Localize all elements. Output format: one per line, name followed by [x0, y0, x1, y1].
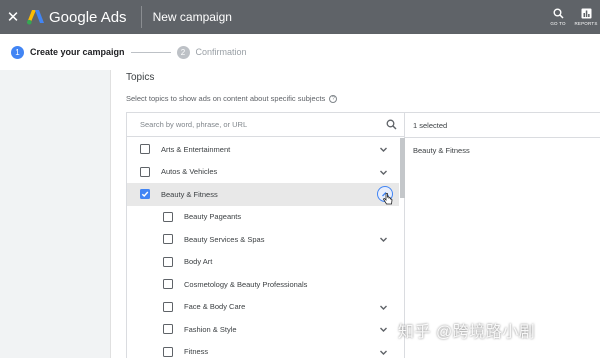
- checkbox-checked[interactable]: [140, 189, 150, 200]
- section-title: Topics: [126, 72, 155, 83]
- topic-search: [127, 113, 405, 137]
- topics-section: Topics Select topics to show ads on cont…: [110, 70, 600, 358]
- chevron-down-icon[interactable]: [379, 348, 388, 357]
- topic-label: Beauty Services & Spas: [184, 234, 265, 244]
- step-connector: [130, 51, 171, 53]
- topic-label: Beauty & Fitness: [161, 189, 218, 199]
- topic-browser: Arts & Entertainment Autos & Vehicles Be…: [127, 113, 405, 358]
- search-icon: [553, 8, 564, 19]
- checkbox[interactable]: [163, 279, 173, 290]
- step-label: Confirmation: [195, 47, 247, 57]
- topic-list[interactable]: Arts & Entertainment Autos & Vehicles Be…: [127, 138, 405, 358]
- brand-name: Google Ads: [49, 8, 127, 26]
- go-to-label: GO TO: [550, 21, 566, 26]
- chevron-down-icon[interactable]: [379, 145, 388, 154]
- checkbox[interactable]: [163, 211, 173, 222]
- header-divider: [140, 6, 142, 28]
- go-to-button[interactable]: GO TO: [544, 0, 572, 34]
- reports-button[interactable]: REPORTS: [572, 0, 600, 34]
- bar-chart-icon: [581, 8, 591, 19]
- help-icon[interactable]: ?: [329, 94, 338, 103]
- checkbox[interactable]: [140, 144, 150, 155]
- checkbox[interactable]: [163, 234, 173, 245]
- topic-label: Cosmetology & Beauty Professionals: [184, 279, 308, 289]
- checkbox[interactable]: [163, 324, 173, 335]
- step-label: Create your campaign: [30, 47, 125, 57]
- step-number: 1: [11, 45, 24, 59]
- step-confirmation[interactable]: 2 Confirmation: [176, 45, 247, 59]
- search-icon[interactable]: [386, 119, 397, 130]
- hand-cursor-icon: [383, 193, 393, 205]
- selected-topic-item[interactable]: Beauty & Fitness: [413, 146, 470, 155]
- watermark: 知乎 @跨境路小剧: [398, 324, 536, 341]
- topic-label: Arts & Entertainment: [161, 144, 231, 154]
- topic-label: Body Art: [184, 257, 213, 267]
- section-description: Select topics to show ads on content abo…: [126, 94, 338, 103]
- google-ads-logo-icon: [27, 9, 44, 25]
- topic-label: Beauty Pageants: [184, 212, 242, 222]
- checkbox[interactable]: [163, 346, 173, 357]
- topic-row-arts-entertainment[interactable]: Arts & Entertainment: [127, 138, 399, 161]
- selected-count: 1 selected: [413, 120, 448, 130]
- check-icon: [141, 191, 149, 198]
- topic-row-autos-vehicles[interactable]: Autos & Vehicles: [127, 161, 399, 184]
- page-title: New campaign: [152, 10, 232, 24]
- chevron-down-icon[interactable]: [379, 235, 388, 244]
- chevron-down-icon[interactable]: [379, 168, 388, 177]
- topic-search-input[interactable]: [140, 120, 360, 129]
- description-text: Select topics to show ads on content abo…: [126, 94, 326, 103]
- topic-row-beauty-services-spas[interactable]: Beauty Services & Spas: [127, 228, 399, 251]
- step-create-campaign[interactable]: 1 Create your campaign: [11, 45, 125, 59]
- topic-row-beauty-fitness[interactable]: Beauty & Fitness: [127, 183, 399, 206]
- close-icon[interactable]: ✕: [2, 0, 24, 34]
- checkbox[interactable]: [163, 256, 173, 267]
- left-panel: [0, 70, 110, 358]
- checkbox[interactable]: [140, 166, 150, 177]
- topic-row-fitness[interactable]: Fitness: [127, 341, 399, 358]
- campaign-stepper: 1 Create your campaign 2 Confirmation: [0, 34, 600, 70]
- topic-label: Face & Body Care: [184, 302, 246, 312]
- topic-label: Fashion & Style: [184, 324, 237, 334]
- topic-row-beauty-pageants[interactable]: Beauty Pageants: [127, 206, 399, 229]
- topic-row-face-body-care[interactable]: Face & Body Care: [127, 296, 399, 319]
- chevron-down-icon[interactable]: [379, 325, 388, 334]
- topic-row-cosmetology[interactable]: Cosmetology & Beauty Professionals: [127, 273, 399, 296]
- reports-label: REPORTS: [574, 21, 598, 26]
- chevron-down-icon[interactable]: [379, 303, 388, 312]
- step-number: 2: [176, 45, 190, 59]
- top-app-bar: ✕ Google Ads New campaign GO TO REPORTS: [0, 0, 600, 34]
- topic-label: Fitness: [184, 347, 209, 357]
- topic-row-fashion-style[interactable]: Fashion & Style: [127, 318, 399, 341]
- checkbox[interactable]: [163, 301, 173, 312]
- selected-header-divider: [405, 137, 600, 138]
- topic-row-body-art[interactable]: Body Art: [127, 251, 399, 274]
- topic-label: Autos & Vehicles: [161, 167, 218, 177]
